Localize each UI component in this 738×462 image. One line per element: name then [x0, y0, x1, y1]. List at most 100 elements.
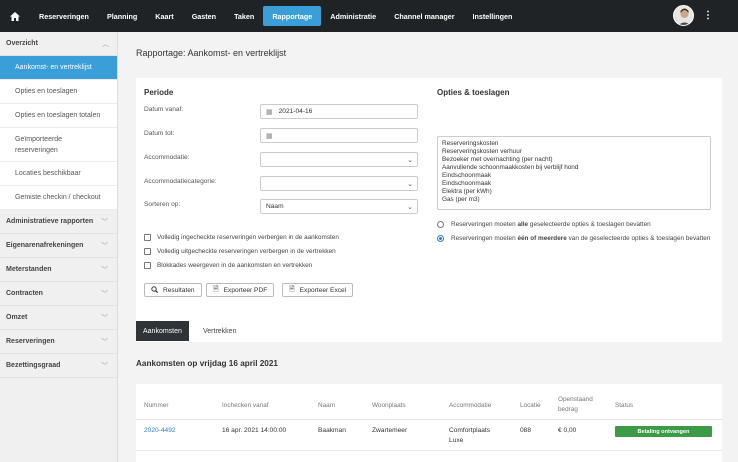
accommodatiecategorie-label: Accommodatiecategorie:: [144, 178, 217, 185]
export-excel-label: Exporteer Excel: [299, 286, 347, 294]
row-divider: [136, 450, 722, 451]
sidebar-item-opties-toeslagen[interactable]: Opties en toeslagen: [0, 80, 117, 104]
chevron-down-icon: ﹀: [101, 218, 108, 226]
sidebar-item-opties-toeslagen-totalen[interactable]: Opties en toeslagen totalen: [0, 104, 117, 128]
check-hide-checked-in[interactable]: Volledig ingecheckte reserveringen verbe…: [144, 234, 339, 241]
calendar-icon: ▦: [266, 132, 273, 140]
sidebar-group-eigenarenafrekeningen[interactable]: Eigenarenafrekeningen ﹀: [0, 234, 117, 258]
list-item[interactable]: Eindschoonmaak: [442, 172, 706, 180]
list-item[interactable]: Gas (per m3): [442, 196, 706, 204]
sidebar-item-label: Geïmporteerde reserveringen: [15, 135, 63, 154]
document-icon: 🗎: [213, 285, 219, 293]
sidebar-group-contracten[interactable]: Contracten ﹀: [0, 282, 117, 306]
radio-alle[interactable]: Reserveringen moeten alle geselecteerde …: [437, 220, 717, 230]
chevron-down-icon: ﹀: [101, 362, 108, 370]
sorteren-label: Sorteren op:: [144, 201, 181, 208]
check-label: Blokkades weergeven in de aankomsten en …: [157, 262, 313, 269]
chevron-down-icon: ⌄: [407, 157, 413, 164]
export-pdf-label: Exporteer PDF: [223, 286, 268, 294]
chevron-down-icon: ﹀: [101, 338, 108, 346]
nav-kaart[interactable]: Kaart: [146, 6, 182, 26]
sidebar-group-label: Omzet: [6, 314, 28, 321]
col-openstaand-bedrag: Openstaand bedrag: [558, 396, 593, 413]
sidebar-header-overzicht[interactable]: Overzicht ︿: [0, 32, 117, 56]
checkbox[interactable]: [144, 234, 151, 241]
top-navigation: Reserveringen Planning Kaart Gasten Take…: [0, 0, 738, 32]
radio-label: Reserveringen moeten alle geselecteerde …: [451, 221, 651, 228]
col-locatie: Locatie: [520, 402, 541, 409]
radio-button[interactable]: [437, 235, 444, 242]
sidebar-group-label: Bezettingsgraad: [6, 362, 61, 369]
sidebar-item-gemiste-checkin[interactable]: Gemiste checkin / checkout: [0, 186, 117, 210]
chevron-down-icon: ﹀: [101, 290, 108, 298]
list-item[interactable]: Aanvullende schoonmaakkosten bij verblij…: [442, 164, 706, 172]
sidebar-group-reserveringen[interactable]: Reserveringen ﹀: [0, 330, 117, 354]
search-icon: [151, 285, 159, 295]
col-naam: Naam: [318, 402, 336, 409]
sidebar-group-omzet[interactable]: Omzet ﹀: [0, 306, 117, 330]
arrivals-table: Nummer Inchecken vanaf Naam Woonplaats A…: [136, 384, 722, 462]
radio-een-of-meerdere[interactable]: Reserveringen moeten één of meerdere van…: [437, 234, 717, 244]
sidebar-item-geimporteerde-reserveringen[interactable]: Geïmporteerde reserveringen: [0, 128, 117, 162]
tab-aankomsten[interactable]: Aankomsten: [136, 321, 189, 341]
sidebar-item-locaties-beschikbaar[interactable]: Locaties beschikbaar: [0, 162, 117, 186]
resultaten-button[interactable]: Resultaten: [144, 283, 202, 297]
datum-vanaf-label: Datum vanaf:: [144, 106, 184, 113]
list-item[interactable]: Reserveringskosten: [442, 140, 706, 148]
datum-vanaf-input[interactable]: ▦ 2021-04-16: [260, 104, 418, 119]
export-pdf-button[interactable]: 🗎 Exporteer PDF: [206, 283, 275, 297]
row-inchecken: 16 apr. 2021 14:00:00: [222, 427, 287, 434]
section-title: Aankomsten op vrijdag 16 april 2021: [136, 359, 278, 368]
calendar-icon: ▦: [266, 108, 273, 116]
nav-gasten[interactable]: Gasten: [183, 6, 225, 26]
nav-planning[interactable]: Planning: [98, 6, 146, 26]
list-item[interactable]: Elektra (per kWh): [442, 188, 706, 196]
home-icon[interactable]: [0, 11, 30, 21]
list-item[interactable]: Bezoeker met overnachting (per nacht): [442, 156, 706, 164]
chevron-down-icon: ⌄: [407, 181, 413, 188]
more-menu-icon[interactable]: ⋮: [703, 8, 713, 24]
checkbox[interactable]: [144, 262, 151, 269]
document-icon: 🗎: [289, 285, 295, 293]
sidebar-group-administratieve-rapporten[interactable]: Administratieve rapporten ﹀: [0, 210, 117, 234]
nav-instellingen[interactable]: Instellingen: [464, 6, 522, 26]
page-title: Rapportage: Aankomst- en vertreklijst: [136, 48, 287, 58]
chevron-down-icon: ﹀: [101, 314, 108, 322]
check-label: Volledig ingecheckte reserveringen verbe…: [157, 234, 339, 241]
user-avatar[interactable]: [673, 5, 694, 26]
nav-administratie[interactable]: Administratie: [321, 6, 385, 26]
list-item[interactable]: Eindschoonmaak: [442, 180, 706, 188]
col-accommodatie: Accommodatie: [449, 402, 492, 409]
export-excel-button[interactable]: 🗎 Exporteer Excel: [282, 283, 354, 297]
row-nummer-link[interactable]: 2020-4492: [144, 426, 176, 436]
check-hide-checked-out[interactable]: Volledig uitgecheckte reserveringen verb…: [144, 248, 336, 255]
chevron-down-icon: ﹀: [101, 266, 108, 274]
accommodatie-select[interactable]: ⌄: [260, 152, 418, 167]
checkbox[interactable]: [144, 248, 151, 255]
row-bedrag: € 0,00: [558, 427, 577, 434]
sorteren-select[interactable]: Naam ⌄: [260, 199, 418, 214]
check-show-blokkades[interactable]: Blokkades weergeven in de aankomsten en …: [144, 262, 312, 269]
nav-reserveringen[interactable]: Reserveringen: [30, 6, 98, 26]
sidebar-group-bezettingsgraad[interactable]: Bezettingsgraad ﹀: [0, 354, 117, 378]
list-item[interactable]: Reserveringskosten verhuur: [442, 148, 706, 156]
chevron-up-icon: ︿: [102, 40, 109, 48]
opties-listbox[interactable]: Reserveringskosten Reserveringskosten ve…: [437, 136, 711, 210]
col-woonplaats: Woonplaats: [372, 402, 406, 409]
radio-button[interactable]: [437, 221, 444, 228]
row-woonplaats: Zwartemeer: [372, 427, 408, 434]
sidebar-item-aankomst-vertreklijst[interactable]: Aankomst- en vertreklijst: [0, 56, 117, 80]
chevron-down-icon: ﹀: [101, 242, 108, 250]
col-status: Status: [615, 402, 634, 409]
nav-rapportage[interactable]: Rapportage: [263, 6, 322, 26]
datum-tot-input[interactable]: ▦: [260, 128, 418, 143]
col-nummer: Nummer: [144, 402, 169, 409]
nav-taken[interactable]: Taken: [225, 6, 263, 26]
sidebar-group-meterstanden[interactable]: Meterstanden ﹀: [0, 258, 117, 282]
sidebar-group-label: Administratieve rapporten: [6, 218, 94, 225]
sidebar-header-label: Overzicht: [6, 40, 38, 47]
status-badge: Betaling ontvangen: [615, 426, 712, 437]
accommodatiecategorie-select[interactable]: ⌄: [260, 176, 418, 191]
nav-channel-manager[interactable]: Channel manager: [385, 6, 463, 26]
tab-vertrekken[interactable]: Vertrekken: [196, 321, 244, 341]
